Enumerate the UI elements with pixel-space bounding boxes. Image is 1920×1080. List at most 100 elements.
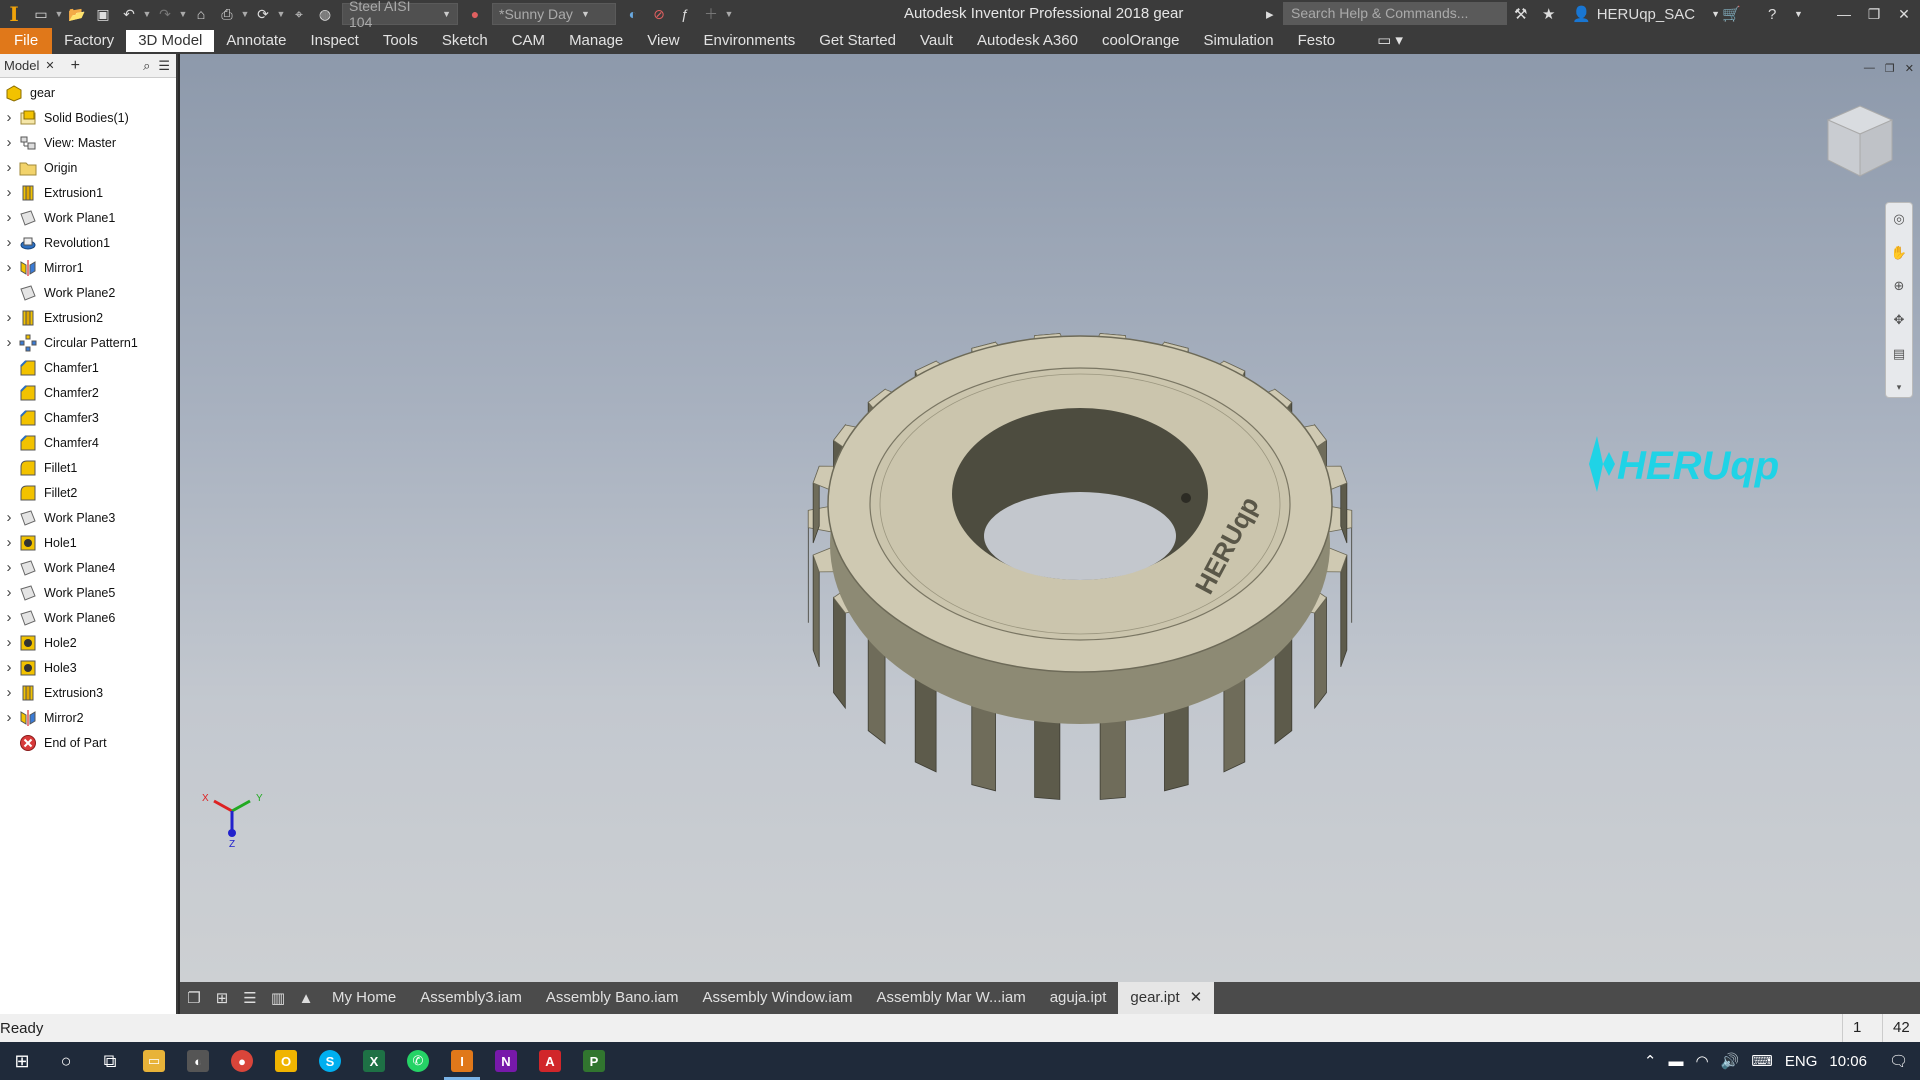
doc-tab[interactable]: Assembly Window.iam xyxy=(690,982,864,1014)
gear-model[interactable]: HERUqp xyxy=(790,304,1360,844)
tabs-up-arrow-icon[interactable]: ▲ xyxy=(292,984,320,1012)
expand-arrow-icon[interactable]: › xyxy=(0,709,18,726)
redo-dropdown-icon[interactable]: ▼ xyxy=(178,9,188,19)
notifications-icon[interactable]: 🗨 xyxy=(1889,1052,1908,1070)
tree-node[interactable]: › Revolution1 xyxy=(0,230,176,255)
save-icon[interactable]: ▣ xyxy=(92,3,114,25)
tree-node[interactable]: › Origin xyxy=(0,155,176,180)
zoom-icon[interactable]: ⊕ xyxy=(1889,276,1909,296)
look-at-icon[interactable]: ▤ xyxy=(1889,344,1909,364)
windows-start-icon[interactable]: ⊞ xyxy=(0,1042,44,1080)
customize-dropdown-icon[interactable]: ▼ xyxy=(724,9,734,19)
close-icon[interactable]: ✕ xyxy=(1190,982,1203,1014)
tab-cam[interactable]: CAM xyxy=(500,28,557,54)
restore-icon[interactable]: ❐ xyxy=(1885,62,1895,75)
tab-environments[interactable]: Environments xyxy=(692,28,808,54)
doc-tab[interactable]: Assembly3.iam xyxy=(408,982,534,1014)
search-tools-icon[interactable]: ⚒ xyxy=(1514,0,1527,28)
tree-node[interactable]: › View: Master xyxy=(0,130,176,155)
print-icon[interactable]: ⎙ xyxy=(216,3,238,25)
tab-coolorange[interactable]: coolOrange xyxy=(1090,28,1192,54)
close-icon[interactable]: ✕ xyxy=(1905,62,1914,75)
minimize-icon[interactable]: — xyxy=(1828,0,1860,28)
doc-tab[interactable]: aguja.ipt xyxy=(1038,982,1119,1014)
search-input[interactable]: Search Help & Commands... xyxy=(1283,2,1507,25)
expand-arrow-icon[interactable]: › xyxy=(0,259,18,276)
new-file-icon[interactable]: ▭ xyxy=(30,3,52,25)
steering-wheel-icon[interactable]: ◎ xyxy=(1889,209,1909,229)
expand-arrow-icon[interactable]: › xyxy=(0,109,18,126)
print-dropdown-icon[interactable]: ▼ xyxy=(240,9,250,19)
expand-arrow-icon[interactable]: › xyxy=(0,634,18,651)
close-icon[interactable]: ✕ xyxy=(1888,0,1920,28)
tree-node[interactable]: › Work Plane6 xyxy=(0,605,176,630)
pan-icon[interactable]: ✋ xyxy=(1889,243,1909,263)
excel-icon[interactable]: X xyxy=(352,1042,396,1080)
update-dropdown-icon[interactable]: ▼ xyxy=(276,9,286,19)
language-indicator[interactable]: ENG xyxy=(1785,1053,1818,1070)
expand-arrow-icon[interactable]: ▸ xyxy=(1266,0,1274,28)
user-account-button[interactable]: 👤 HERUqp_SAC ▼ xyxy=(1572,0,1720,28)
tab-vault[interactable]: Vault xyxy=(908,28,965,54)
expand-arrow-icon[interactable]: › xyxy=(0,559,18,576)
whatsapp-icon[interactable]: ✆ xyxy=(396,1042,440,1080)
tab-annotate[interactable]: Annotate xyxy=(214,28,298,54)
restore-icon[interactable]: ❐ xyxy=(1858,0,1890,28)
doc-tab[interactable]: Assembly Mar W...iam xyxy=(865,982,1038,1014)
expand-arrow-icon[interactable]: › xyxy=(0,609,18,626)
search-icon[interactable]: ⌕ xyxy=(143,58,150,74)
tab-simulation[interactable]: Simulation xyxy=(1192,28,1286,54)
open-folder-icon[interactable]: 📂 xyxy=(66,3,88,25)
menu-icon[interactable]: ☰ xyxy=(158,58,170,74)
help-icon[interactable]: ? xyxy=(1768,0,1776,28)
expand-arrow-icon[interactable]: › xyxy=(0,659,18,676)
viewcube[interactable] xyxy=(1820,102,1900,182)
undo-dropdown-icon[interactable]: ▼ xyxy=(142,9,152,19)
undo-icon[interactable]: ↶ xyxy=(118,3,140,25)
expand-arrow-icon[interactable]: › xyxy=(0,159,18,176)
parameters-fx-icon[interactable]: ƒ xyxy=(674,3,696,25)
tab-autodesk-a360[interactable]: Autodesk A360 xyxy=(965,28,1090,54)
expand-arrow-icon[interactable]: › xyxy=(0,509,18,526)
adjust-appearance-icon[interactable]: ◐ xyxy=(622,3,644,25)
tab-tools[interactable]: Tools xyxy=(371,28,430,54)
doc-tab-active[interactable]: gear.ipt ✕ xyxy=(1118,982,1215,1014)
cascade-windows-icon[interactable]: ❐ xyxy=(180,984,208,1012)
tree-node[interactable]: › Work Plane5 xyxy=(0,580,176,605)
tile-windows-icon[interactable]: ⊞ xyxy=(208,984,236,1012)
skype-icon[interactable]: S xyxy=(308,1042,352,1080)
app-icon[interactable]: ◐ xyxy=(176,1042,220,1080)
expand-arrow-icon[interactable]: › xyxy=(0,334,18,351)
chevron-up-icon[interactable]: ⌃ xyxy=(1644,1052,1657,1070)
tree-node[interactable]: › Work Plane4 xyxy=(0,555,176,580)
tab-factory[interactable]: Factory xyxy=(52,28,126,54)
expand-arrow-icon[interactable]: › xyxy=(0,684,18,701)
tree-node[interactable]: Fillet1 xyxy=(0,455,176,480)
select-icon[interactable]: ⌖ xyxy=(288,3,310,25)
tree-node[interactable]: Chamfer2 xyxy=(0,380,176,405)
tree-node[interactable]: › Extrusion1 xyxy=(0,180,176,205)
expand-arrow-icon[interactable]: › xyxy=(0,234,18,251)
tab-get-started[interactable]: Get Started xyxy=(807,28,908,54)
arrange-horizontal-icon[interactable]: ☰ xyxy=(236,984,264,1012)
clear-appearance-icon[interactable]: ⊘ xyxy=(648,3,670,25)
wifi-icon[interactable]: ◠ xyxy=(1695,1052,1708,1070)
project-icon[interactable]: P xyxy=(572,1042,616,1080)
tree-node[interactable]: › Hole2 xyxy=(0,630,176,655)
expand-arrow-icon[interactable]: › xyxy=(0,134,18,151)
onenote-icon[interactable]: N xyxy=(484,1042,528,1080)
tree-node[interactable]: › Circular Pattern1 xyxy=(0,330,176,355)
customize-icon[interactable]: ▾ xyxy=(1889,377,1909,397)
redo-icon[interactable]: ↷ xyxy=(154,3,176,25)
tab-festo[interactable]: Festo xyxy=(1286,28,1348,54)
keyboard-icon[interactable]: ⌨ xyxy=(1751,1052,1773,1070)
tree-node[interactable]: › Hole3 xyxy=(0,655,176,680)
home-icon[interactable]: ⌂ xyxy=(190,3,212,25)
tree-node[interactable]: › Mirror2 xyxy=(0,705,176,730)
doc-tab[interactable]: Assembly Bano.iam xyxy=(534,982,691,1014)
new-dropdown-icon[interactable]: ▼ xyxy=(54,9,64,19)
ribbon-options-icon[interactable]: ▭ ▾ xyxy=(1347,28,1415,54)
tree-node[interactable]: › Work Plane3 xyxy=(0,505,176,530)
help-dropdown-icon[interactable]: ▼ xyxy=(1794,0,1803,28)
update-icon[interactable]: ⟳ xyxy=(252,3,274,25)
